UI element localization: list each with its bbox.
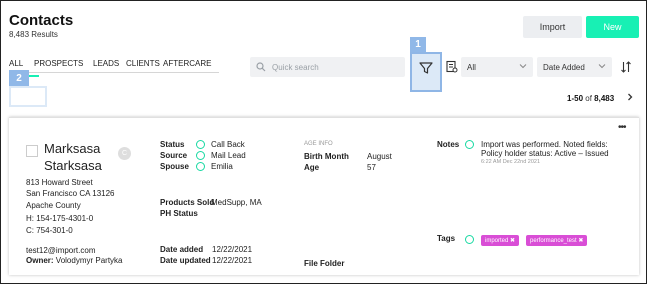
ph-status-label: PH Status	[160, 209, 198, 218]
results-count: 8,483 Results	[9, 30, 58, 39]
chevron-right-icon	[628, 93, 633, 101]
chevron-down-icon	[598, 64, 606, 69]
notes-label: Notes	[437, 140, 460, 149]
tag-imported[interactable]: imported ✖	[481, 235, 520, 246]
filter-icon[interactable]	[418, 60, 434, 76]
contact-select-checkbox[interactable]	[26, 145, 38, 157]
cell-phone[interactable]: C: 754-301-0	[26, 226, 73, 235]
callout-badge-2: 2	[9, 70, 29, 86]
new-button[interactable]: New	[586, 16, 639, 38]
owner-label: Owner:	[26, 256, 54, 265]
import-button[interactable]: Import	[523, 16, 582, 38]
tab-all[interactable]: ALL	[9, 59, 23, 68]
add-circle-icon[interactable]	[196, 151, 205, 160]
spouse-label: Spouse	[160, 162, 189, 171]
more-icon[interactable]: •••	[618, 122, 626, 133]
contact-tabs: ALL PROSPECTS LEADS CLIENTS AFTERCARE	[9, 57, 219, 73]
sort-icon[interactable]	[620, 60, 632, 74]
county: Apache County	[26, 201, 81, 210]
sort-select[interactable]: Date Added	[537, 57, 612, 77]
tab-aftercare[interactable]: AFTERCARE	[163, 59, 211, 68]
scope-select[interactable]: All	[461, 57, 533, 77]
source-label: Source	[160, 151, 188, 160]
search-placeholder: Quick search	[272, 63, 319, 72]
birth-month-value: August	[367, 152, 392, 161]
date-added-label: Date added	[160, 245, 204, 254]
email[interactable]: test12@import.com	[26, 246, 95, 255]
owner-value: Volodymyr Partyka	[55, 256, 123, 265]
document-icon[interactable]	[445, 60, 459, 74]
products-sold-value: MedSupp, MA	[211, 198, 262, 207]
birth-month-label: Birth Month	[304, 152, 349, 161]
age-value: 57	[367, 163, 376, 172]
date-updated-value: 12/22/2021	[212, 256, 253, 265]
avatar: C	[118, 147, 131, 160]
contact-last-name[interactable]: Starksasa	[44, 158, 102, 173]
add-circle-icon[interactable]	[196, 140, 205, 149]
callout-highlight-2	[9, 86, 47, 107]
pagination-info: 1-50 of 8,483	[567, 94, 614, 103]
age-info-label: AGE INFO	[304, 141, 333, 147]
chevron-down-icon	[519, 64, 527, 69]
date-added-value: 12/22/2021	[212, 245, 253, 254]
tab-leads[interactable]: LEADS	[93, 59, 119, 68]
tags-label: Tags	[437, 234, 456, 243]
source-value: Mail Lead	[211, 151, 246, 160]
quick-search[interactable]: Quick search	[250, 57, 405, 77]
spouse-value: Emilia	[211, 162, 233, 171]
add-circle-icon[interactable]	[465, 140, 474, 149]
date-updated-label: Date updated	[160, 256, 211, 265]
pagination-range: 1-50	[567, 94, 584, 103]
age-label: Age	[304, 163, 320, 172]
products-sold-label: Products Sold	[160, 198, 215, 207]
page-title: Contacts	[9, 12, 74, 29]
note-text: Import was performed. Noted fields: Poli…	[481, 140, 609, 158]
home-phone[interactable]: H: 154-175-4301-0	[26, 214, 93, 223]
tag-performance-test[interactable]: performance_test ✖	[526, 235, 588, 246]
scope-select-value: All	[467, 63, 476, 72]
status-label: Status	[160, 140, 185, 149]
sort-select-value: Date Added	[543, 63, 585, 72]
note-time: 6:22 AM Dec 22nd 2021	[481, 159, 541, 165]
contact-first-name[interactable]: Marksasa	[44, 141, 100, 156]
pagination-of: of	[585, 94, 592, 103]
address-line2: San Francisco CA 13126	[26, 189, 115, 198]
tab-clients[interactable]: CLIENTS	[126, 59, 160, 68]
status-value: Call Back	[211, 140, 245, 149]
next-page-button[interactable]	[622, 89, 638, 105]
pagination-total: 8,483	[594, 94, 615, 103]
callout-badge-1: 1	[410, 37, 426, 52]
add-circle-icon[interactable]	[465, 235, 474, 244]
address-line1: 813 Howard Street	[26, 178, 93, 187]
add-circle-icon[interactable]	[196, 162, 205, 171]
file-folder-label[interactable]: File Folder	[304, 259, 344, 268]
owner: Owner: Volodymyr Partyka	[26, 256, 123, 265]
search-icon	[256, 62, 266, 72]
tab-prospects[interactable]: PROSPECTS	[34, 59, 83, 68]
